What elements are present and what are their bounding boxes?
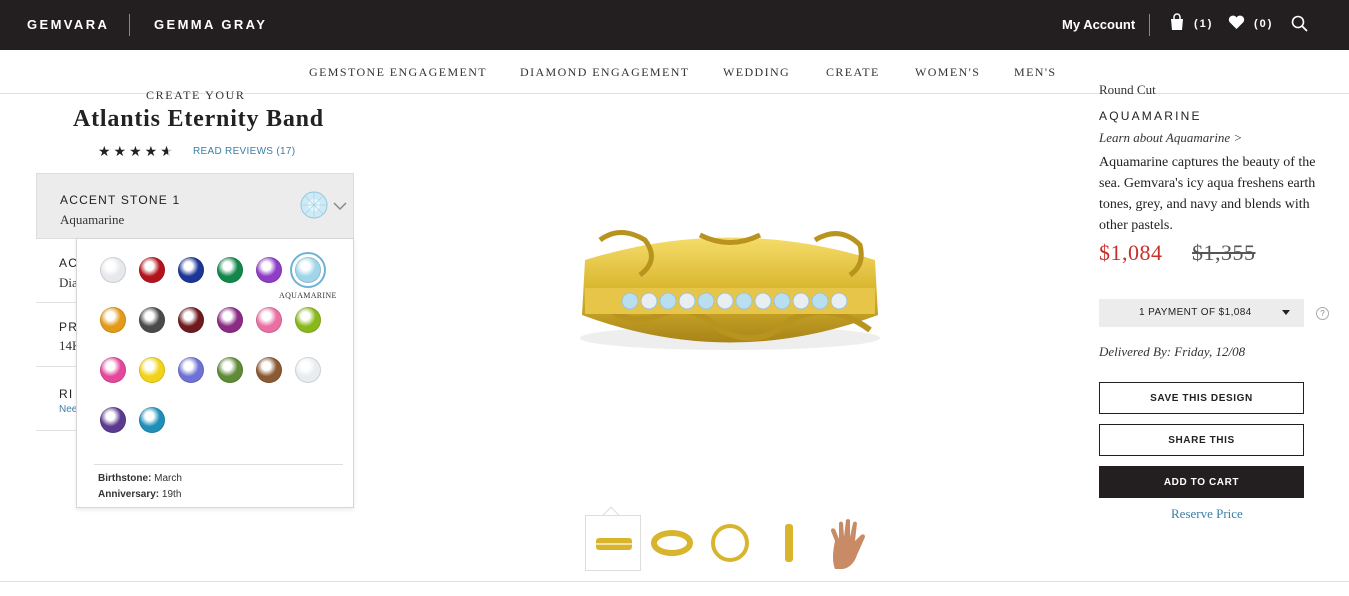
brand-divider	[129, 14, 130, 36]
divider	[94, 464, 343, 465]
rating-stars[interactable]: ★★★★★★	[98, 143, 176, 160]
learn-about-link[interactable]: Learn about Aquamarine >	[1099, 130, 1242, 146]
gem-swatch-peridot[interactable]	[295, 307, 321, 333]
footer-divider	[0, 581, 1349, 582]
reserve-price-link[interactable]: Reserve Price	[1171, 506, 1243, 522]
account-divider	[1149, 14, 1150, 36]
ring-stone	[773, 292, 791, 310]
anniversary-info: Anniversary: 19th	[98, 489, 182, 500]
ring-stone	[621, 292, 639, 310]
ring-stone	[792, 292, 810, 310]
gem-swatch-rhodolite[interactable]	[217, 307, 243, 333]
gem-swatch-ruby[interactable]	[139, 257, 165, 283]
nav-gemstone-engagement[interactable]: GEMSTONE ENGAGEMENT	[309, 65, 487, 80]
info-icon[interactable]: ?	[1316, 307, 1329, 320]
ring-stone	[830, 292, 848, 310]
gem-swatch-pink-tourmaline[interactable]	[100, 357, 126, 383]
search-icon[interactable]	[1291, 15, 1308, 37]
gem-swatch-garnet[interactable]	[178, 307, 204, 333]
create-your-label: CREATE YOUR	[146, 88, 246, 102]
gem-swatch-smoky-quartz[interactable]	[256, 357, 282, 383]
gem-picker-dropdown: AQUAMARINE Birthstone: March Anniversary…	[76, 238, 354, 508]
nav-mens[interactable]: MEN'S	[1014, 65, 1057, 80]
brand-logo[interactable]: GEMVARA	[27, 17, 109, 32]
save-design-button[interactable]: SAVE THIS DESIGN	[1099, 382, 1304, 414]
product-image[interactable]	[560, 220, 900, 375]
gem-swatch-sapphire[interactable]	[178, 257, 204, 283]
selected-gem-ring	[290, 252, 326, 288]
share-button[interactable]: SHARE THIS	[1099, 424, 1304, 456]
gem-swatch-diamond[interactable]	[100, 257, 126, 283]
option-row-4-link[interactable]: Nee	[59, 404, 77, 415]
gem-swatch-green-tourmaline[interactable]	[217, 357, 243, 383]
ring-stone	[716, 292, 734, 310]
gem-swatch-pink-sapphire[interactable]	[256, 307, 282, 333]
chevron-down-icon[interactable]	[333, 198, 347, 216]
ring-stone	[811, 292, 829, 310]
option-value: Aquamarine	[60, 212, 125, 227]
gem-swatch-yellow-sapphire[interactable]	[139, 357, 165, 383]
cart-count[interactable]: (1)	[1194, 18, 1213, 30]
birthstone-info: Birthstone: March	[98, 473, 182, 484]
my-account-link[interactable]: My Account	[1062, 17, 1135, 32]
gem-swatch-tanzanite[interactable]	[178, 357, 204, 383]
thumbnail-on-hand[interactable]	[821, 515, 877, 571]
thumbnail-side[interactable]	[762, 515, 818, 571]
payment-select[interactable]: 1 PAYMENT OF $1,084	[1099, 299, 1304, 327]
gem-swatch-emerald[interactable]	[217, 257, 243, 283]
thumbnail-angle[interactable]	[644, 515, 700, 571]
stone-name: AQUAMARINE	[1099, 109, 1202, 123]
ring-stone	[640, 292, 658, 310]
gem-swatch-blue-zircon[interactable]	[139, 407, 165, 433]
designer-link[interactable]: GEMMA GRAY	[154, 17, 267, 32]
payment-option-label: 1 PAYMENT OF $1,084	[1139, 307, 1252, 318]
product-title: Atlantis Eternity Band	[73, 106, 324, 132]
nav-create[interactable]: CREATE	[826, 65, 880, 80]
ring-stone	[735, 292, 753, 310]
accent-stone-option[interactable]: ACCENT STONE 1 Aquamarine	[36, 173, 354, 239]
top-bar: GEMVARA GEMMA GRAY My Account (1) (0)	[0, 0, 1349, 50]
nav-womens[interactable]: WOMEN'S	[915, 65, 980, 80]
stone-description: Aquamarine captures the beauty of the se…	[1099, 155, 1316, 233]
wishlist-count[interactable]: (0)	[1254, 18, 1273, 30]
add-to-cart-button[interactable]: ADD TO CART	[1099, 466, 1304, 498]
thumbnail-front[interactable]	[585, 515, 641, 571]
option-row-4-label[interactable]: RI	[59, 387, 73, 401]
option-row-2-value: Dia	[59, 275, 78, 290]
ring-stone	[659, 292, 677, 310]
gem-swatch-white-sapphire[interactable]	[295, 357, 321, 383]
ring-stone	[697, 292, 715, 310]
read-reviews-link[interactable]: READ REVIEWS (17)	[193, 146, 295, 157]
gem-swatch-alexandrite[interactable]	[100, 407, 126, 433]
nav-diamond-engagement[interactable]: DIAMOND ENGAGEMENT	[520, 65, 690, 80]
gem-swatch-black-diamond[interactable]	[139, 307, 165, 333]
thumbnail-top[interactable]	[702, 515, 758, 571]
cut-label: Round Cut	[1099, 82, 1156, 97]
current-price: $1,084	[1099, 240, 1163, 265]
bag-icon[interactable]	[1169, 13, 1185, 36]
delivery-date: Delivered By: Friday, 12/08	[1099, 344, 1246, 359]
ring-stone	[754, 292, 772, 310]
original-price: $1,355	[1192, 240, 1256, 265]
nav-wedding[interactable]: WEDDING	[723, 65, 790, 80]
ring-stone	[678, 292, 696, 310]
selected-gem-caption: AQUAMARINE	[279, 291, 337, 300]
heart-icon[interactable]	[1228, 15, 1245, 35]
gem-swatch-citrine[interactable]	[100, 307, 126, 333]
selected-gem-icon	[300, 191, 328, 224]
caret-down-icon	[1282, 310, 1290, 315]
option-label: ACCENT STONE 1	[60, 193, 181, 207]
gem-swatch-amethyst[interactable]	[256, 257, 282, 283]
